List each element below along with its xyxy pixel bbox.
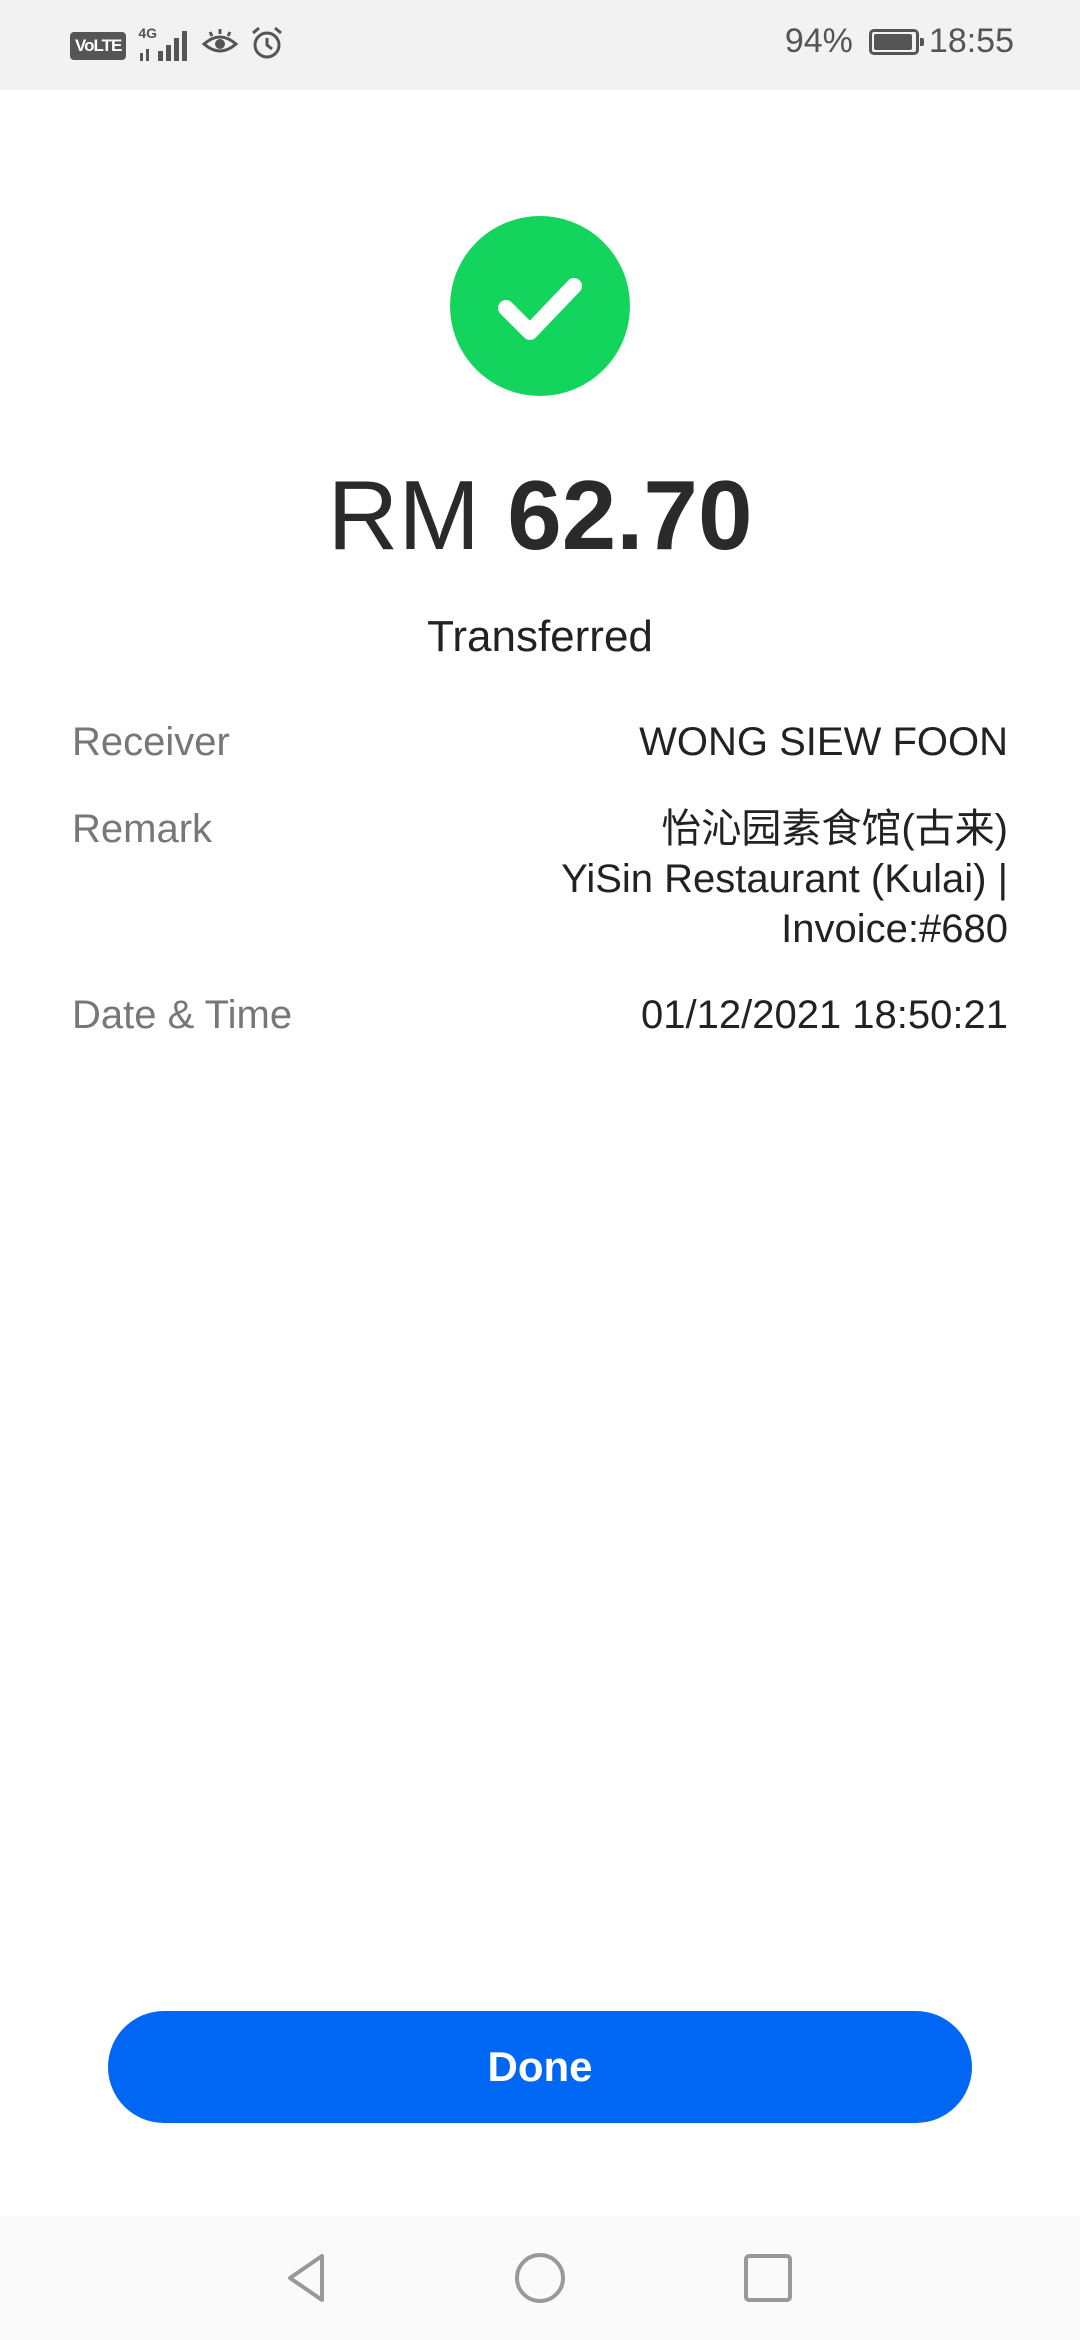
datetime-row: Date & Time 01/12/2021 18:50:21 [72,990,1008,1040]
clock: 18:55 [928,22,1014,60]
receiver-row: Receiver WONG SIEW FOON [72,717,1008,767]
recents-square-icon[interactable] [736,2246,800,2310]
alarm-icon [250,26,284,65]
done-button[interactable]: Done [108,2011,972,2123]
receiver-value: WONG SIEW FOON [639,720,1008,764]
system-nav-bar [0,2216,1080,2340]
remark-row: Remark 怡沁园素食馆(古来) YiSin Restaurant (Kula… [72,804,1008,954]
eye-comfort-icon [202,28,239,63]
receiver-label: Receiver [72,720,230,764]
battery-fill [873,33,912,50]
remark-line-chinese: 怡沁园素食馆(古来) [661,807,1008,851]
battery-percent: 94% [784,22,853,60]
status-icons-right: 94% 18:55 [785,22,1014,61]
status-icons-left: VoLTE 4G [70,25,284,65]
currency-label: RM [327,460,480,570]
status-bar: VoLTE 4G 94% 18:55 [0,0,1080,90]
transfer-amount: RM 62.70 [0,455,1080,575]
remark-line-invoice: Invoice:#680 [781,907,1008,951]
checkmark-circle-icon [450,216,630,396]
back-triangle-icon[interactable] [276,2246,340,2310]
home-circle-icon[interactable] [508,2246,572,2310]
battery-icon [868,28,924,55]
remark-line-restaurant: YiSin Restaurant (Kulai) | [561,857,1008,901]
datetime-value: 01/12/2021 18:50:21 [640,993,1008,1037]
transfer-status: Transferred [427,612,653,661]
datetime-label: Date & Time [72,993,293,1037]
remark-label: Remark [72,807,213,851]
signal-icon: 4G [138,25,190,63]
remark-value: 怡沁园素食馆(古来) YiSin Restaurant (Kulai) | In… [561,804,1008,954]
amount-value: 62.70 [507,460,753,570]
volte-badge: VoLTE [70,31,127,60]
